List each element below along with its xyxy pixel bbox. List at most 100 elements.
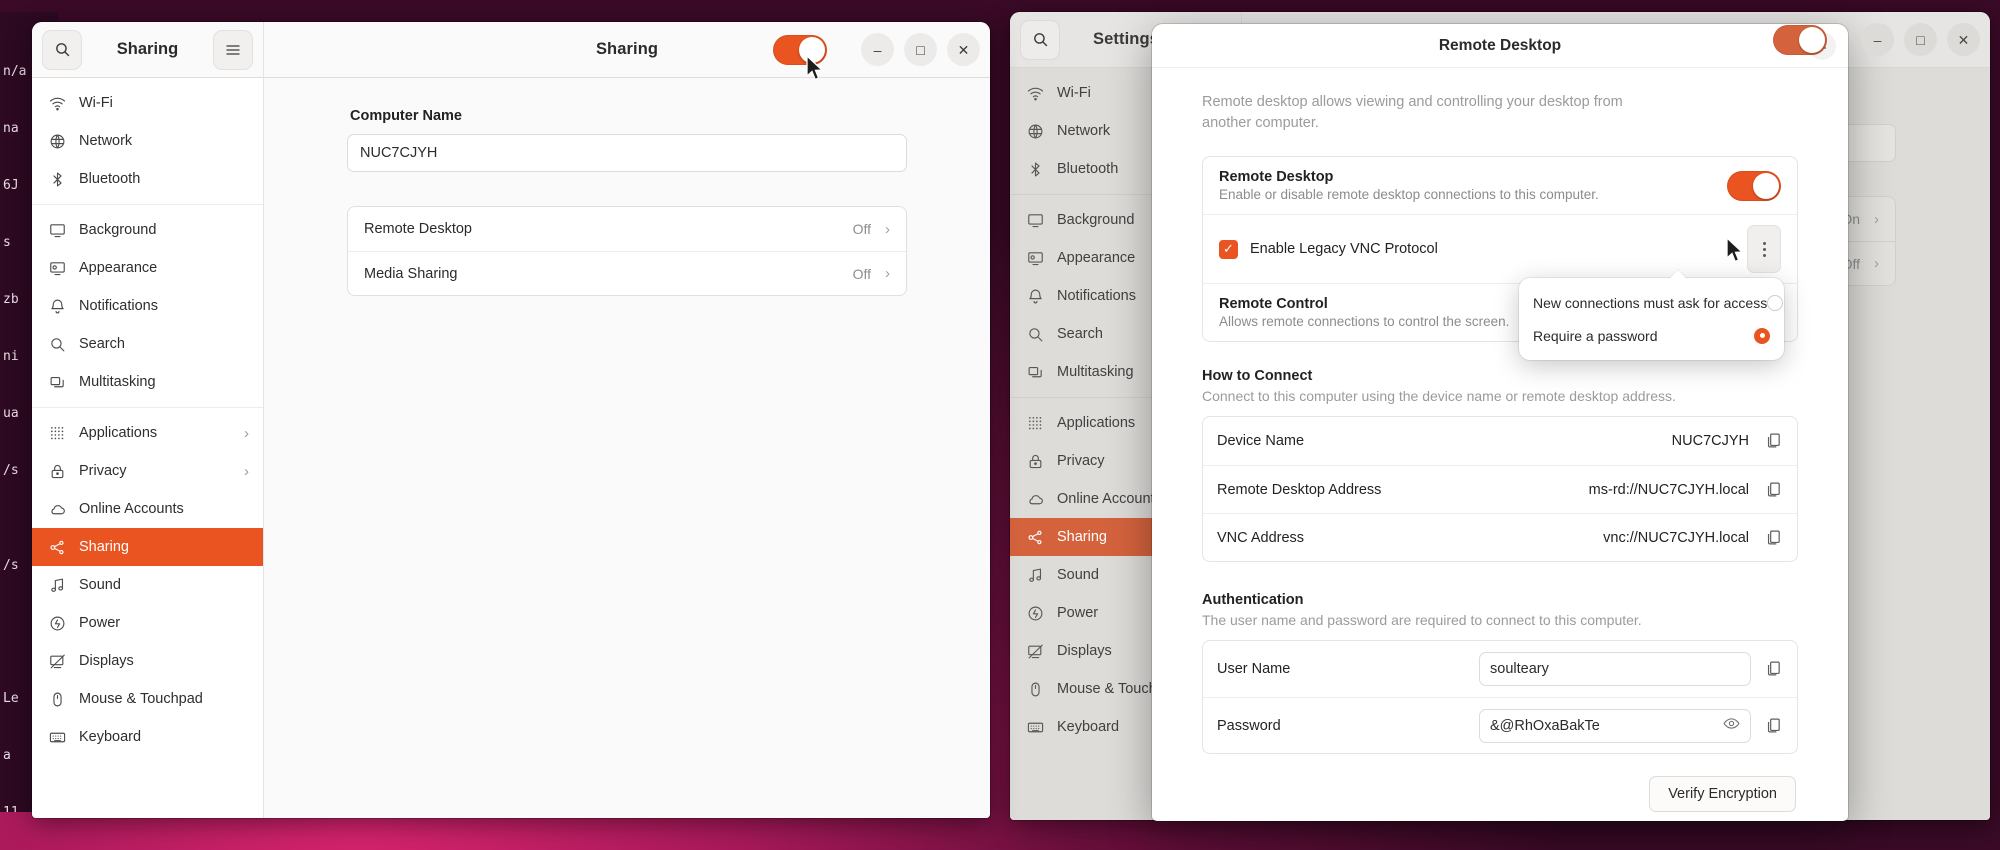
radio-button[interactable] [1754, 327, 1770, 344]
authentication-heading: Authentication [1202, 592, 1304, 609]
vnc-auth-popover[interactable]: New connections must ask for access Requi… [1519, 278, 1784, 360]
popover-item-label: Require a password [1533, 327, 1658, 344]
network-icon [48, 132, 66, 150]
grid-apps-icon [48, 424, 66, 442]
legacy-vnc-checkbox[interactable]: ✓ [1219, 239, 1238, 259]
music-note-icon [48, 576, 66, 594]
sidebar-item-keyboard[interactable]: Keyboard [32, 718, 263, 756]
list-item[interactable]: Media Sharing Off › [348, 251, 906, 295]
lock-icon [1026, 452, 1044, 470]
close-button[interactable]: ✕ [947, 33, 980, 66]
appearance-icon [48, 259, 66, 277]
how-to-connect-list: Device Name NUC7CJYH Remote Desktop Addres… [1202, 416, 1798, 563]
sidebar-item-label: Displays [79, 653, 134, 669]
eye-icon[interactable] [1723, 715, 1740, 736]
computer-name-value: NUC7CJYH [360, 145, 438, 161]
mouse-icon [48, 690, 66, 708]
username-input[interactable]: soulteary [1479, 652, 1751, 687]
sidebar-item-search[interactable]: Search [32, 325, 263, 363]
sidebar-item-sharing[interactable]: Sharing [32, 528, 263, 566]
radio-button[interactable] [1767, 294, 1784, 311]
chevron-right-icon: › [1874, 255, 1879, 272]
sidebar-item-label: Sharing [79, 539, 129, 555]
authentication-subtitle: The user name and password are required … [1202, 612, 1642, 629]
username-row: User Name soulteary [1203, 641, 1797, 697]
search-icon [48, 335, 66, 353]
verify-encryption-button[interactable]: Verify Encryption [1649, 776, 1796, 813]
minimize-button[interactable]: – [1861, 23, 1894, 56]
header-main: Sharing – □ ✕ [264, 22, 990, 77]
copy-icon[interactable] [1765, 432, 1783, 450]
search-icon[interactable] [42, 29, 82, 70]
settings-sidebar[interactable]: Wi-Fi Network Bluetooth Background Appearanc… [32, 78, 264, 818]
sidebar-item-label: Search [79, 336, 125, 352]
dialog-header: Remote Desktop ✕ [1152, 24, 1848, 68]
desktop-root: n/a na 6J s zb ni ua /s /s Le a 11 -2 db… [0, 0, 2000, 850]
computer-name-input[interactable]: NUC7CJYH [347, 134, 907, 172]
how-to-connect-subtitle: Connect to this computer using the devic… [1202, 388, 1676, 405]
remote-desktop-row: Remote Desktop Enable or disable remote … [1203, 157, 1797, 214]
keyboard-icon [1026, 718, 1044, 736]
wifi-icon [48, 94, 66, 112]
sidebar-item-power[interactable]: Power [32, 604, 263, 642]
power-icon [48, 614, 66, 632]
remote-desktop-toggle[interactable] [1727, 170, 1781, 201]
kebab-menu-icon[interactable] [1747, 225, 1781, 274]
password-input[interactable]: &@RhOxaBakTe [1479, 708, 1751, 743]
multitasking-icon [48, 373, 66, 391]
appearance-icon [1026, 249, 1044, 267]
copy-icon[interactable] [1765, 660, 1783, 678]
sidebar-item-sound[interactable]: Sound [32, 566, 263, 604]
sidebar-item-network[interactable]: Network [32, 122, 263, 160]
dialog-description: Remote desktop allows viewing and contro… [1202, 94, 1623, 132]
sidebar-item-bluetooth[interactable]: Bluetooth [32, 160, 263, 198]
copy-icon[interactable] [1765, 717, 1783, 735]
mouse-icon [1026, 680, 1044, 698]
maximize-button[interactable]: □ [1904, 23, 1937, 56]
sidebar-item-notifications[interactable]: Notifications [32, 287, 263, 325]
hamburger-menu-icon[interactable] [213, 29, 253, 70]
legacy-vnc-row: ✓ Enable Legacy VNC Protocol [1203, 214, 1797, 283]
chevron-right-icon: › [1874, 210, 1879, 228]
bell-icon [1026, 287, 1044, 305]
sidebar-item-mouse-touchpad[interactable]: Mouse & Touchpad [32, 680, 263, 718]
display-icon [48, 652, 66, 670]
share-icon [48, 538, 66, 556]
copy-icon[interactable] [1765, 481, 1783, 499]
connect-info-key: Device Name [1217, 433, 1305, 450]
settings-content: Computer Name NUC7CJYH Remote Desktop Off… [264, 78, 990, 818]
sidebar-item-privacy[interactable]: Privacy › [32, 452, 263, 490]
settings-window-active[interactable]: Sharing Sharing – □ ✕ Wi-Fi Network Blueto… [32, 22, 990, 818]
sidebar-item-label: Network [79, 133, 133, 149]
window-body: Wi-Fi Network Bluetooth Background Appearanc… [32, 78, 990, 818]
dialog-title: Remote Desktop [1438, 36, 1562, 54]
share-icon [1026, 528, 1044, 546]
list-item[interactable]: Remote Desktop Off › [348, 207, 906, 251]
sidebar-item-label: Privacy [79, 463, 127, 479]
copy-icon[interactable] [1765, 529, 1783, 547]
sidebar-item-multitasking[interactable]: Multitasking [32, 363, 263, 401]
sidebar-item-wi-fi[interactable]: Wi-Fi [32, 84, 263, 122]
popover-menu-item[interactable]: Require a password [1519, 319, 1784, 352]
sidebar-item-background[interactable]: Background [32, 211, 263, 249]
sidebar-item-online-accounts[interactable]: Online Accounts [32, 490, 263, 528]
username-value: soulteary [1490, 661, 1549, 678]
window-header: Sharing Sharing – □ ✕ [32, 22, 990, 78]
remote-desktop-dialog[interactable]: Remote Desktop ✕ Remote desktop allows v… [1152, 24, 1848, 821]
sharing-master-toggle[interactable] [773, 34, 827, 65]
chevron-right-icon: › [244, 462, 249, 480]
popover-menu-item[interactable]: New connections must ask for access [1519, 286, 1784, 319]
minimize-button[interactable]: – [861, 33, 894, 66]
sidebar-item-appearance[interactable]: Appearance [32, 249, 263, 287]
maximize-button[interactable]: □ [904, 33, 937, 66]
sidebar-item-displays[interactable]: Displays [32, 642, 263, 680]
close-button[interactable]: ✕ [1947, 23, 1980, 56]
chevron-right-icon: › [244, 424, 249, 442]
search-icon[interactable] [1020, 19, 1060, 60]
sidebar-item-label: Sound [79, 577, 121, 593]
sharing-master-toggle[interactable] [1773, 24, 1827, 55]
chevron-right-icon: › [885, 265, 890, 282]
how-to-connect-heading: How to Connect [1202, 368, 1313, 385]
grid-apps-icon [1026, 414, 1044, 432]
sidebar-item-applications[interactable]: Applications › [32, 414, 263, 452]
